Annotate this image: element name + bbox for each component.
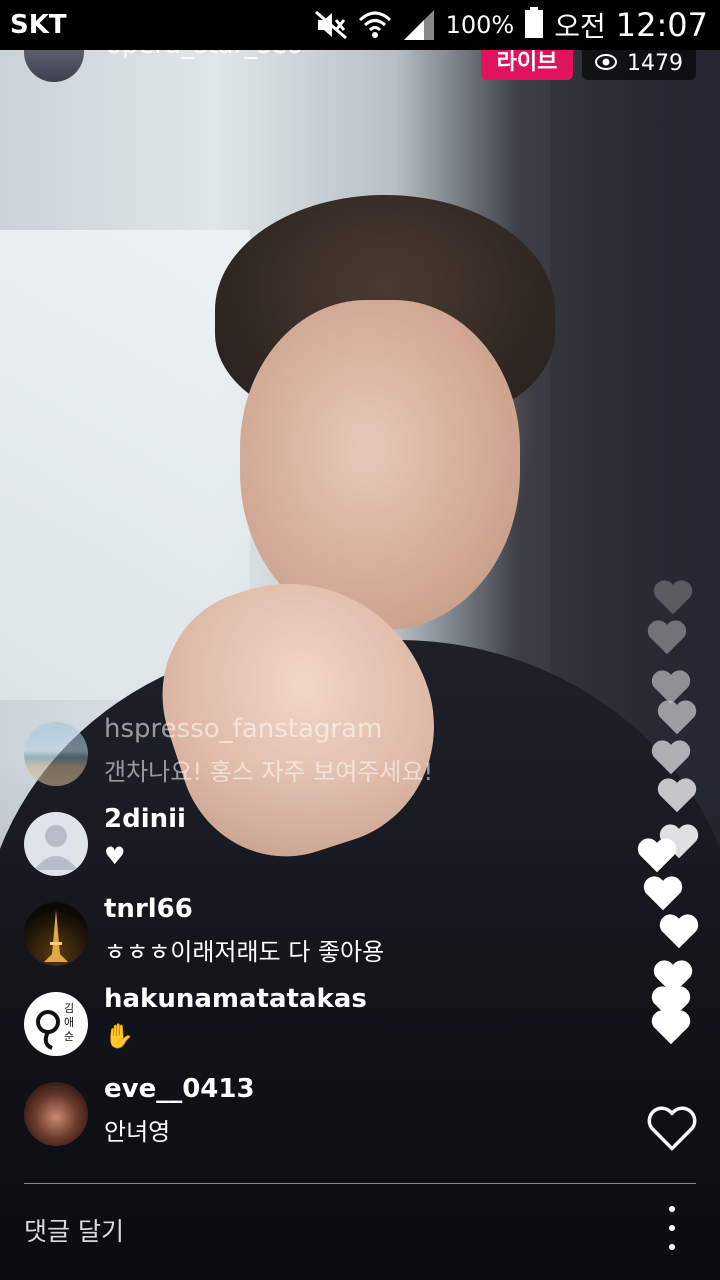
heart-icon	[659, 914, 699, 949]
heart-outline-icon	[647, 1106, 697, 1151]
comment-text: ✋	[104, 1022, 134, 1050]
carrier-name: SKT	[10, 10, 67, 40]
heart-icon	[643, 876, 683, 911]
signal-icon	[402, 8, 436, 42]
eiffel-tower-icon	[44, 910, 68, 962]
comment-input[interactable]: 댓글 달기	[24, 1212, 124, 1248]
floating-hearts	[620, 560, 720, 1060]
mute-icon	[314, 8, 348, 42]
viewer-count: 1479	[627, 51, 683, 76]
comment-divider	[24, 1183, 696, 1184]
logo-avatar-text: 김애순	[64, 1002, 75, 1043]
clock-time: 12:07	[615, 6, 708, 44]
comment-item[interactable]: 김애순 hakunamatatakas ✋	[24, 984, 624, 1062]
comment-avatar[interactable]	[24, 1082, 88, 1146]
wifi-icon	[358, 8, 392, 42]
heart-icon	[653, 580, 693, 615]
more-vertical-icon	[669, 1206, 675, 1212]
comment-text: ㅎㅎㅎ이래저래도 다 좋아용	[104, 938, 385, 966]
comment-username[interactable]: hspresso_fanstagram	[104, 714, 382, 744]
like-button[interactable]	[646, 1104, 698, 1152]
heart-icon	[637, 838, 677, 873]
comment-item[interactable]: hspresso_fanstagram 갠차나요! 홍스 자주 보여주세요!	[24, 714, 624, 792]
comment-text: ♥	[104, 842, 126, 870]
comment-text: 갠차나요! 홍스 자주 보여주세요!	[104, 758, 434, 786]
battery-icon	[524, 7, 544, 43]
comment-avatar[interactable]	[24, 902, 88, 966]
comment-username[interactable]: tnrl66	[104, 894, 193, 924]
comment-username[interactable]: eve__0413	[104, 1074, 255, 1104]
video-person-face	[240, 300, 520, 630]
more-options-button[interactable]	[660, 1206, 684, 1250]
heart-icon	[651, 740, 691, 775]
comment-avatar[interactable]: 김애순	[24, 992, 88, 1056]
battery-percent: 100%	[445, 11, 515, 39]
comment-text: 안녀영	[104, 1118, 171, 1146]
more-dot	[669, 1244, 675, 1250]
status-bar: SKT 100% 오전 12:07	[0, 0, 720, 50]
more-dot	[669, 1225, 675, 1231]
comment-avatar[interactable]	[24, 722, 88, 786]
heart-icon	[657, 778, 697, 813]
comment-avatar[interactable]	[24, 812, 88, 876]
eye-icon	[595, 51, 617, 76]
comment-username[interactable]: 2dinii	[104, 804, 186, 834]
heart-icon	[647, 620, 687, 655]
default-profile-icon	[34, 825, 78, 870]
heart-icon	[651, 1010, 691, 1045]
comment-item[interactable]: eve__0413 안녀영	[24, 1074, 624, 1152]
status-icons: 100% 오전 12:07	[314, 5, 708, 45]
heart-icon	[657, 700, 697, 735]
comment-item[interactable]: 2dinii ♥	[24, 804, 624, 882]
comment-item[interactable]: tnrl66 ㅎㅎㅎ이래저래도 다 좋아용	[24, 894, 624, 972]
clock-ampm: 오전	[554, 10, 606, 43]
comment-username[interactable]: hakunamatatakas	[104, 984, 367, 1014]
